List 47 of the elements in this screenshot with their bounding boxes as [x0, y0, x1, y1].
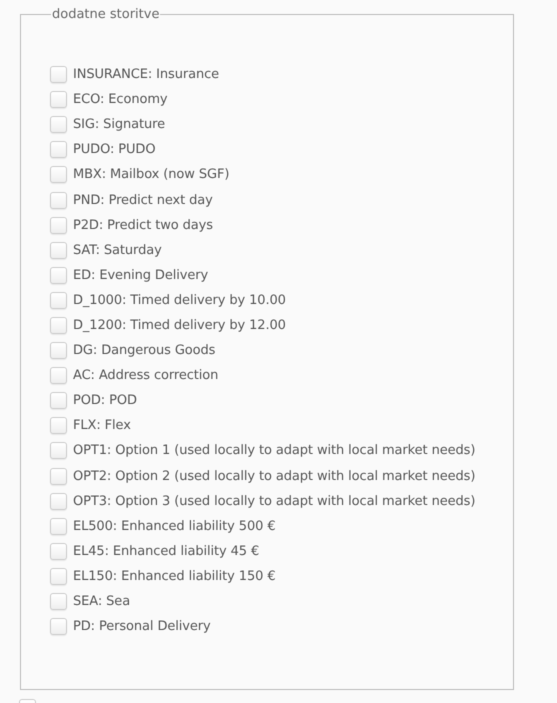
checkbox[interactable] — [50, 166, 67, 184]
option-label: INSURANCE: Insurance — [73, 67, 220, 82]
option-label: POD: POD — [73, 393, 137, 408]
fieldset-legend: dodatne storitve — [51, 7, 160, 22]
option-label: SIG: Signature — [73, 117, 165, 132]
checkbox[interactable] — [50, 542, 67, 560]
option-label: MBX: Mailbox (now SGF) — [73, 167, 230, 182]
option-label: ECO: Economy — [73, 92, 168, 108]
option-label: D_1000: Timed delivery by 10.00 — [73, 292, 286, 308]
checkbox[interactable] — [50, 242, 67, 259]
option-label: P2D: Predict two days — [73, 218, 213, 233]
option-label: EL45: Enhanced liability 45 € — [73, 544, 260, 559]
option-label: D_1200: Timed delivery by 12.00 — [73, 318, 286, 333]
option-label: OPT1: Option 1 (used locally to adapt with local market needs) — [73, 443, 476, 458]
checkbox[interactable] — [50, 316, 67, 334]
checkbox[interactable] — [50, 417, 67, 434]
checkbox[interactable] — [50, 192, 67, 209]
checkbox[interactable] — [50, 442, 67, 460]
option-label: DG: Dangerous Goods — [73, 343, 216, 358]
checkbox[interactable] — [50, 292, 67, 309]
checkbox[interactable] — [50, 593, 67, 610]
option-label: ED: Evening Delivery — [73, 268, 208, 283]
checkbox[interactable] — [50, 216, 67, 234]
option-label: FLX: Flex — [73, 418, 131, 434]
checkbox[interactable] — [50, 266, 67, 284]
checkbox[interactable] — [50, 91, 67, 108]
checkbox[interactable] — [50, 392, 67, 410]
option-label: PD: Personal Delivery — [73, 619, 211, 634]
checkbox[interactable] — [50, 492, 67, 510]
checkbox[interactable] — [50, 568, 67, 585]
option-label: PUDO: PUDO — [73, 142, 156, 158]
option-label: SAT: Saturday — [73, 242, 162, 258]
checkbox[interactable] — [50, 468, 67, 485]
checkbox[interactable] — [50, 116, 67, 134]
option-label: AC: Address correction — [73, 368, 218, 384]
checkbox[interactable] — [50, 342, 67, 360]
checkbox[interactable] — [50, 141, 67, 158]
option-label: OPT2: Option 2 (used locally to adapt with local market needs) — [73, 468, 476, 484]
checkbox[interactable] — [50, 618, 67, 636]
option-label: EL500: Enhanced liability 500 € — [73, 518, 276, 534]
option-label: PND: Predict next day — [73, 192, 213, 208]
checkbox[interactable] — [50, 367, 67, 384]
option-label: SEA: Sea — [73, 594, 130, 610]
checkbox[interactable] — [50, 518, 67, 535]
option-label: EL150: Enhanced liability 150 € — [73, 568, 276, 584]
checkbox[interactable] — [50, 66, 67, 84]
option-label: OPT3: Option 3 (used locally to adapt with local market needs) — [73, 494, 476, 509]
